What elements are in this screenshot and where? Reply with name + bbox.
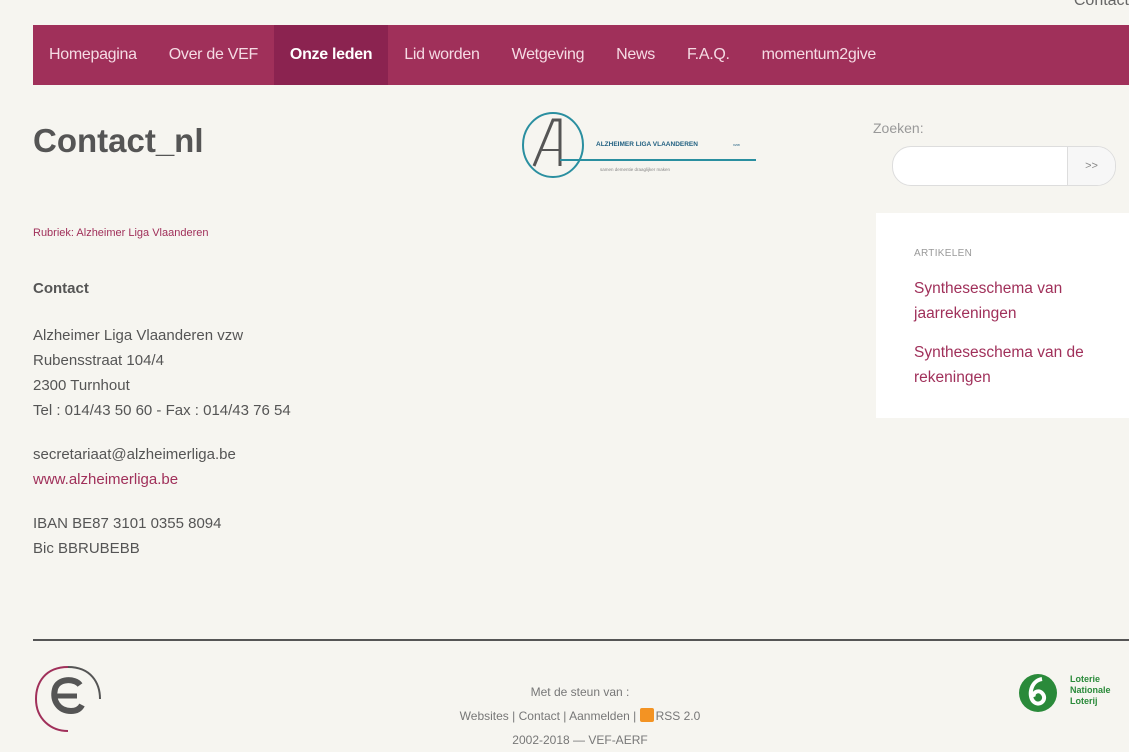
org-name: Alzheimer Liga Vlaanderen vzw [33, 327, 244, 344]
contact-heading: Contact [33, 280, 89, 297]
nav-item-onze-leden[interactable]: Onze leden [273, 25, 389, 85]
footer-link-websites[interactable]: Websites [460, 709, 509, 723]
website-link[interactable]: www.alzheimerliga.be [33, 471, 178, 488]
iban: IBAN BE87 3101 0355 8094 [33, 515, 222, 532]
lotto-line-1: Loterie [1070, 674, 1101, 684]
footer-link-aanmelden[interactable]: Aanmelden [569, 709, 630, 723]
phone-fax: Tel : 014/43 50 60 - Fax : 014/43 76 54 [33, 402, 291, 419]
main-nav: Homepagina Over de VEF Onze leden Lid wo… [33, 25, 1129, 85]
nav-item-momentum2give[interactable]: momentum2give [746, 25, 892, 85]
nav-item-news[interactable]: News [600, 25, 671, 85]
nav-item-wetgeving[interactable]: Wetgeving [496, 25, 601, 85]
nav-item-over-de-vef[interactable]: Over de VEF [153, 25, 274, 85]
rss-icon [639, 707, 654, 722]
alzheimer-liga-logo: ALZHEIMER LIGA VLAANDEREN vzw samen deme… [522, 112, 756, 178]
logo-name: ALZHEIMER LIGA VLAANDEREN [596, 141, 698, 148]
contact-content: Contact Alzheimer Liga Vlaanderen vzw Ru… [33, 280, 291, 561]
articles-widget: ARTIKELEN Syntheseschema van jaarrekenin… [876, 213, 1129, 418]
page-title: Contact_nl [33, 122, 204, 159]
article-link-jaarrekeningen[interactable]: Syntheseschema van jaarrekeningen [914, 276, 1094, 326]
nav-item-homepagina[interactable]: Homepagina [33, 25, 153, 85]
city: 2300 Turnhout [33, 377, 130, 394]
copyright: 2002-2018 — VEF-AERF [512, 733, 648, 747]
email-address: secretariaat@alzheimerliga.be [33, 446, 236, 463]
bic: Bic BBRUBEBB [33, 540, 140, 557]
footer: Met de steun van : Websites | Contact | … [350, 680, 810, 752]
lotto-text: Loterie Nationale Loterij [1070, 674, 1111, 707]
logo-suffix: vzw [733, 142, 740, 147]
top-contact-link[interactable]: Contact [1074, 0, 1129, 10]
nav-item-lid-worden[interactable]: Lid worden [388, 25, 495, 85]
search-label: Zoeken: [873, 120, 924, 136]
footer-divider [33, 639, 1129, 641]
street-address: Rubensstraat 104/4 [33, 352, 164, 369]
search-input[interactable] [893, 147, 1065, 185]
article-link-rekeningen[interactable]: Syntheseschema van de rekeningen [914, 340, 1094, 390]
lotto-line-3: Loterij [1070, 696, 1098, 706]
support-text: Met de steun van : [530, 685, 630, 699]
footer-link-contact[interactable]: Contact [519, 709, 560, 723]
vef-logo [34, 666, 101, 732]
logo-tagline: samen dementie draaglijker maken [600, 167, 671, 172]
nav-item-faq[interactable]: F.A.Q. [671, 25, 746, 85]
footer-link-rss[interactable]: RSS 2.0 [656, 709, 701, 723]
search-button[interactable]: >> [1067, 147, 1115, 185]
category-label: Rubriek: Alzheimer Liga Vlaanderen [33, 227, 209, 239]
lotto-line-2: Nationale [1070, 685, 1111, 695]
search-box: >> [892, 146, 1116, 186]
widget-title: ARTIKELEN [914, 248, 973, 259]
